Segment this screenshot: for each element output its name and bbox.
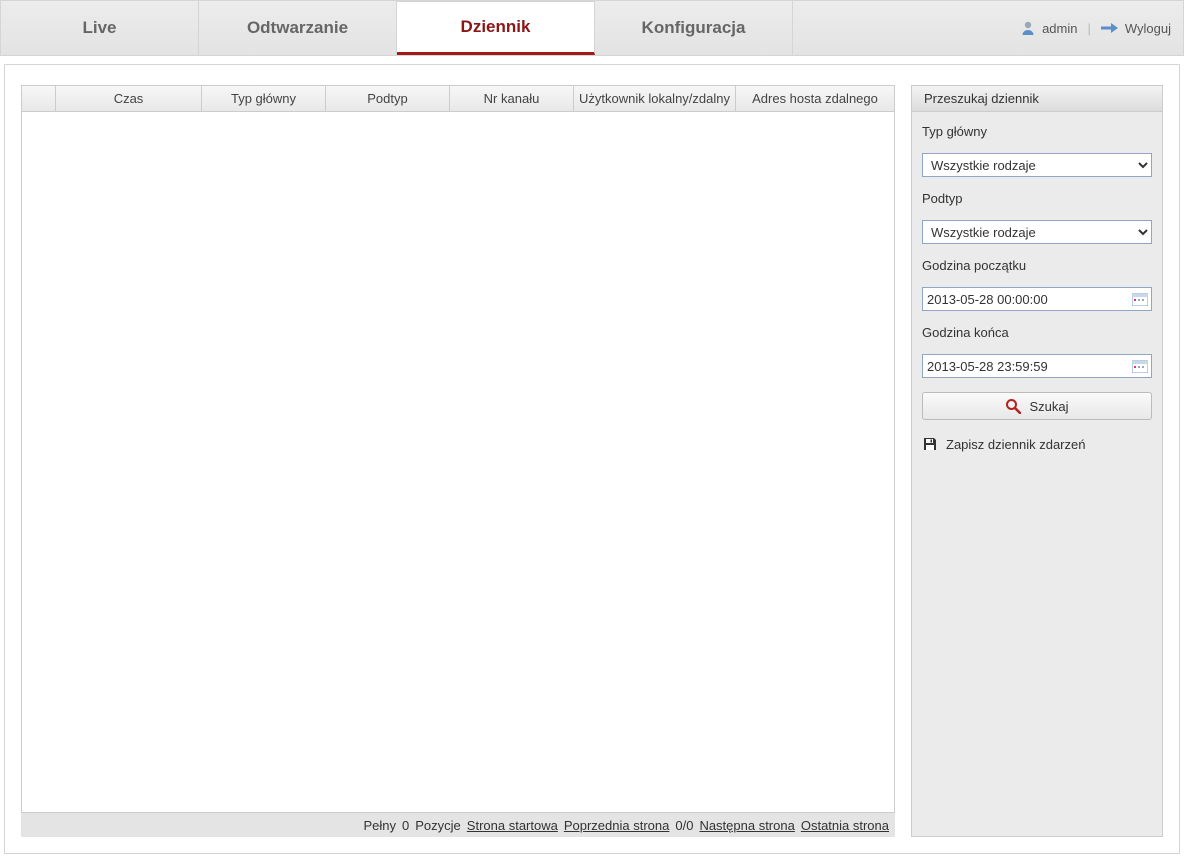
col-index [22, 86, 56, 111]
logout-link[interactable]: Wyloguj [1125, 21, 1171, 36]
end-time-input[interactable] [922, 354, 1152, 378]
log-table: Czas Typ główny Podtyp Nr kanału Użytkow… [21, 85, 895, 813]
start-time-input[interactable] [922, 287, 1152, 311]
sub-type-label: Podtyp [922, 191, 1152, 206]
header-right: admin | Wyloguj [793, 1, 1183, 55]
major-type-label: Typ główny [922, 124, 1152, 139]
table-body [22, 112, 894, 812]
search-button[interactable]: Szukaj [922, 392, 1152, 420]
separator: | [1087, 21, 1090, 36]
pager-page-info: 0/0 [675, 818, 693, 833]
tab-live[interactable]: Live [1, 1, 199, 55]
save-log-link[interactable]: Zapisz dziennik zdarzeń [922, 434, 1152, 454]
start-time-label: Godzina początku [922, 258, 1152, 273]
tab-playback[interactable]: Odtwarzanie [199, 1, 397, 55]
pager-total-count: 0 [402, 818, 409, 833]
tab-log[interactable]: Dziennik [397, 1, 595, 55]
end-time-wrap [922, 354, 1152, 378]
search-panel: Przeszukaj dziennik Typ główny Wszystkie… [911, 85, 1163, 837]
logout-icon [1101, 22, 1119, 34]
top-nav: Live Odtwarzanie Dziennik Konfiguracja a… [0, 0, 1184, 56]
table-header: Czas Typ główny Podtyp Nr kanału Użytkow… [22, 86, 894, 112]
save-log-label: Zapisz dziennik zdarzeń [946, 437, 1085, 452]
major-type-select[interactable]: Wszystkie rodzaje [922, 153, 1152, 177]
layout: Czas Typ główny Podtyp Nr kanału Użytkow… [21, 85, 1163, 837]
pager-next[interactable]: Następna strona [699, 818, 794, 833]
search-panel-title: Przeszukaj dziennik [912, 86, 1162, 112]
user-icon [1020, 20, 1036, 36]
search-icon [1005, 398, 1021, 414]
col-time: Czas [56, 86, 202, 111]
pager-total-prefix: Pełny [364, 818, 397, 833]
col-sub-type: Podtyp [326, 86, 450, 111]
page-root: Live Odtwarzanie Dziennik Konfiguracja a… [0, 0, 1184, 859]
pager-prev[interactable]: Poprzednia strona [564, 818, 670, 833]
tab-config[interactable]: Konfiguracja [595, 1, 793, 55]
pager: Pełny 0 Pozycje Strona startowa Poprzedn… [21, 813, 895, 837]
end-time-label: Godzina końca [922, 325, 1152, 340]
search-panel-body: Typ główny Wszystkie rodzaje Podtyp Wszy… [912, 112, 1162, 466]
sub-type-select-wrap: Wszystkie rodzaje [922, 220, 1152, 244]
pager-last[interactable]: Ostatnia strona [801, 818, 889, 833]
pager-items-label: Pozycje [415, 818, 461, 833]
sub-type-select[interactable]: Wszystkie rodzaje [922, 220, 1152, 244]
col-major-type: Typ główny [202, 86, 326, 111]
save-icon [922, 436, 938, 452]
content-area: Czas Typ główny Podtyp Nr kanału Użytkow… [4, 64, 1180, 854]
log-panel: Czas Typ główny Podtyp Nr kanału Użytkow… [21, 85, 895, 837]
major-type-select-wrap: Wszystkie rodzaje [922, 153, 1152, 177]
col-remote-host: Adres hosta zdalnego [736, 86, 894, 111]
col-channel: Nr kanału [450, 86, 574, 111]
start-time-wrap [922, 287, 1152, 311]
col-user: Użytkownik lokalny/zdalny [574, 86, 736, 111]
username-label: admin [1042, 21, 1077, 36]
search-button-label: Szukaj [1029, 399, 1068, 414]
pager-first[interactable]: Strona startowa [467, 818, 558, 833]
